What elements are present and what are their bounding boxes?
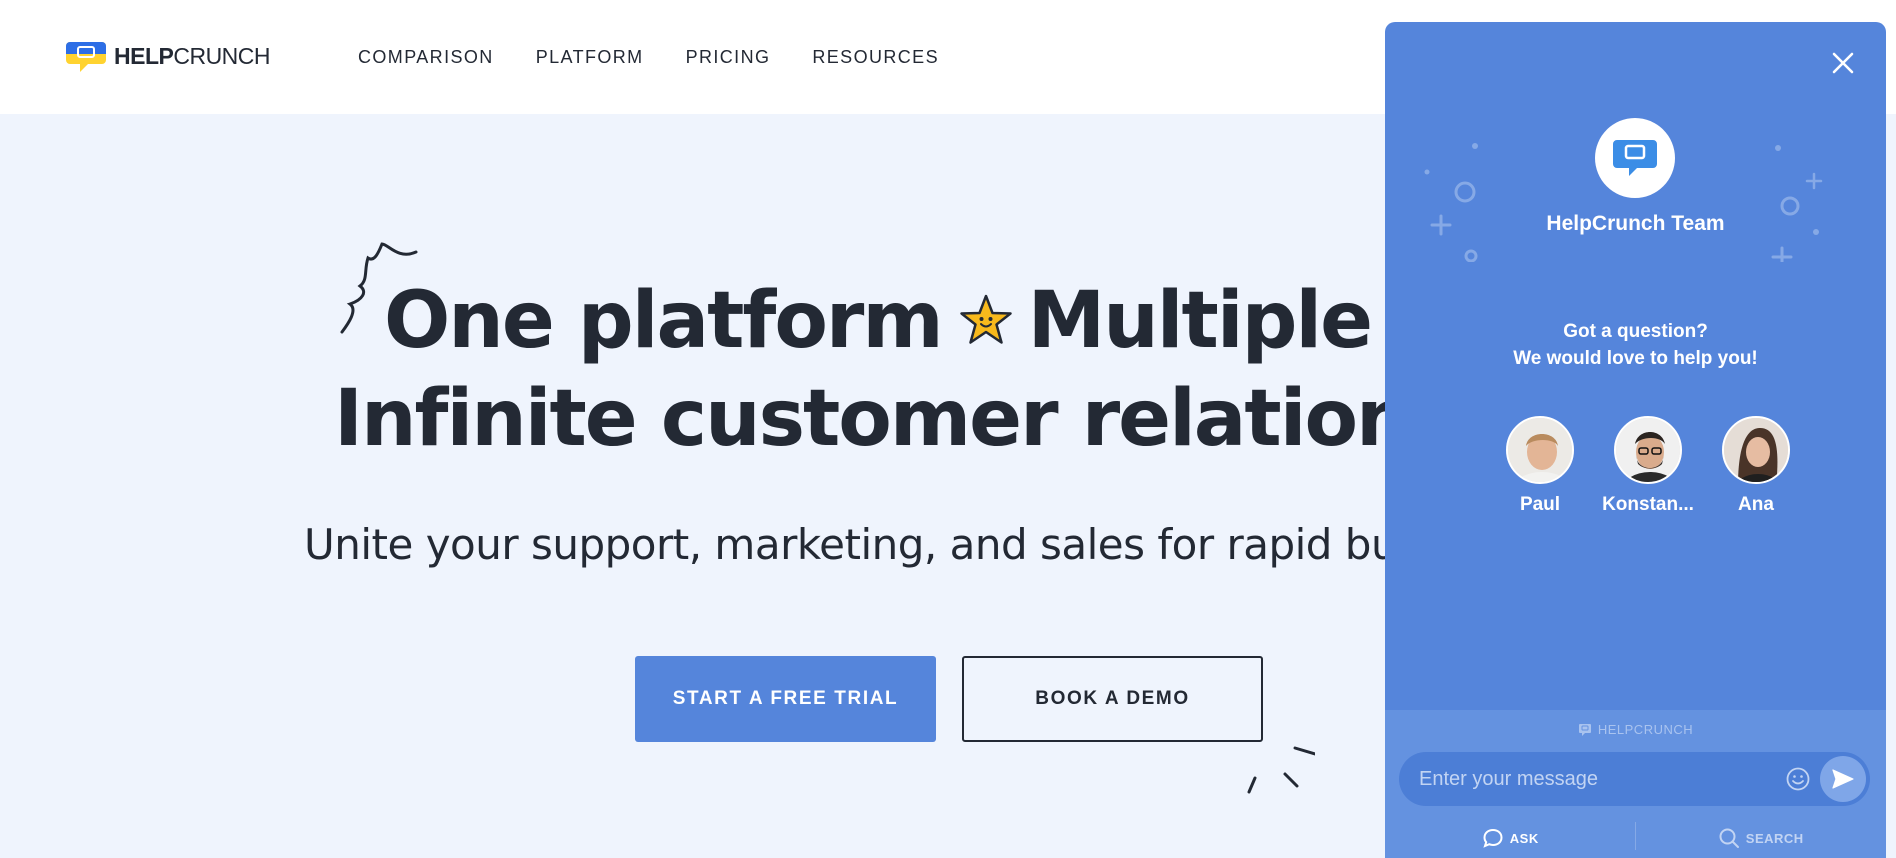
agent-name: Konstan... bbox=[1602, 494, 1694, 515]
avatar bbox=[1722, 416, 1790, 484]
nav-item-pricing[interactable]: PRICING bbox=[686, 47, 771, 68]
team-avatar bbox=[1595, 118, 1675, 198]
emoji-icon[interactable] bbox=[1785, 766, 1811, 792]
powered-by[interactable]: HELPCRUNCH bbox=[1385, 722, 1886, 737]
avatar bbox=[1506, 416, 1574, 484]
helpcrunch-mini-icon bbox=[1578, 723, 1591, 736]
tab-divider bbox=[1635, 822, 1636, 850]
agent-name: Paul bbox=[1519, 494, 1561, 515]
chat-icon bbox=[1483, 828, 1503, 848]
agent-ana: Ana bbox=[1702, 416, 1810, 516]
greeting-text: Got a question? We would love to help yo… bbox=[1385, 318, 1886, 372]
hero-title-part1: One platform bbox=[384, 276, 944, 366]
agent-list: Paul Konstan... Ana bbox=[1486, 416, 1810, 516]
book-demo-button[interactable]: BOOK A DEMO bbox=[962, 656, 1263, 742]
agent-name: Ana bbox=[1738, 494, 1774, 515]
send-button[interactable] bbox=[1820, 756, 1866, 802]
start-free-trial-button[interactable]: START A FREE TRIAL bbox=[635, 656, 936, 742]
nav-item-comparison[interactable]: COMPARISON bbox=[358, 47, 494, 68]
greeting-line2: We would love to help you! bbox=[1513, 348, 1758, 369]
hero-subtitle: Unite your support, marketing, and sales… bbox=[304, 520, 1482, 569]
helpcrunch-logo[interactable]: HELPCRUNCH bbox=[66, 36, 271, 76]
star-icon bbox=[959, 294, 1012, 344]
chat-bubble-icon bbox=[1613, 140, 1657, 176]
tab-ask[interactable]: ASK bbox=[1385, 818, 1636, 858]
tab-search-label: SEARCH bbox=[1745, 830, 1804, 846]
sparkle-decoration-right bbox=[1771, 145, 1823, 262]
close-icon[interactable] bbox=[1826, 46, 1860, 80]
message-input[interactable] bbox=[1419, 752, 1779, 806]
hero-title-line2: Infinite customer relationsh bbox=[334, 374, 1510, 464]
send-icon bbox=[1832, 769, 1854, 789]
nav-item-resources[interactable]: RESOURCES bbox=[812, 47, 939, 68]
hero-title: One platform Multiple to Infinite custom… bbox=[334, 272, 1534, 468]
chat-widget: HelpCrunch Team Got a question? We would… bbox=[1385, 22, 1886, 858]
tab-search[interactable]: SEARCH bbox=[1636, 818, 1887, 858]
agent-konstan: Konstan... bbox=[1594, 416, 1702, 516]
chat-tabs: ASK SEARCH bbox=[1385, 818, 1886, 858]
tab-ask-label: ASK bbox=[1509, 830, 1539, 846]
message-composer bbox=[1399, 752, 1870, 806]
chat-footer: HELPCRUNCH ASK bbox=[1385, 710, 1886, 858]
avatar bbox=[1614, 416, 1682, 484]
logo-icon bbox=[66, 36, 106, 76]
search-icon bbox=[1719, 828, 1739, 848]
logo-wordmark: HELPCRUNCH bbox=[114, 42, 271, 69]
sparkle-decoration-left bbox=[1424, 143, 1478, 262]
agent-paul: Paul bbox=[1486, 416, 1594, 516]
powered-by-label: HELPCRUNCH bbox=[1597, 722, 1694, 737]
main-nav: COMPARISON PLATFORM PRICING RESOURCES bbox=[358, 47, 939, 68]
team-name: HelpCrunch Team bbox=[1546, 212, 1725, 235]
greeting-line1: Got a question? bbox=[1563, 321, 1708, 342]
nav-item-platform[interactable]: PLATFORM bbox=[536, 47, 644, 68]
dashes-decoration bbox=[1247, 746, 1315, 794]
